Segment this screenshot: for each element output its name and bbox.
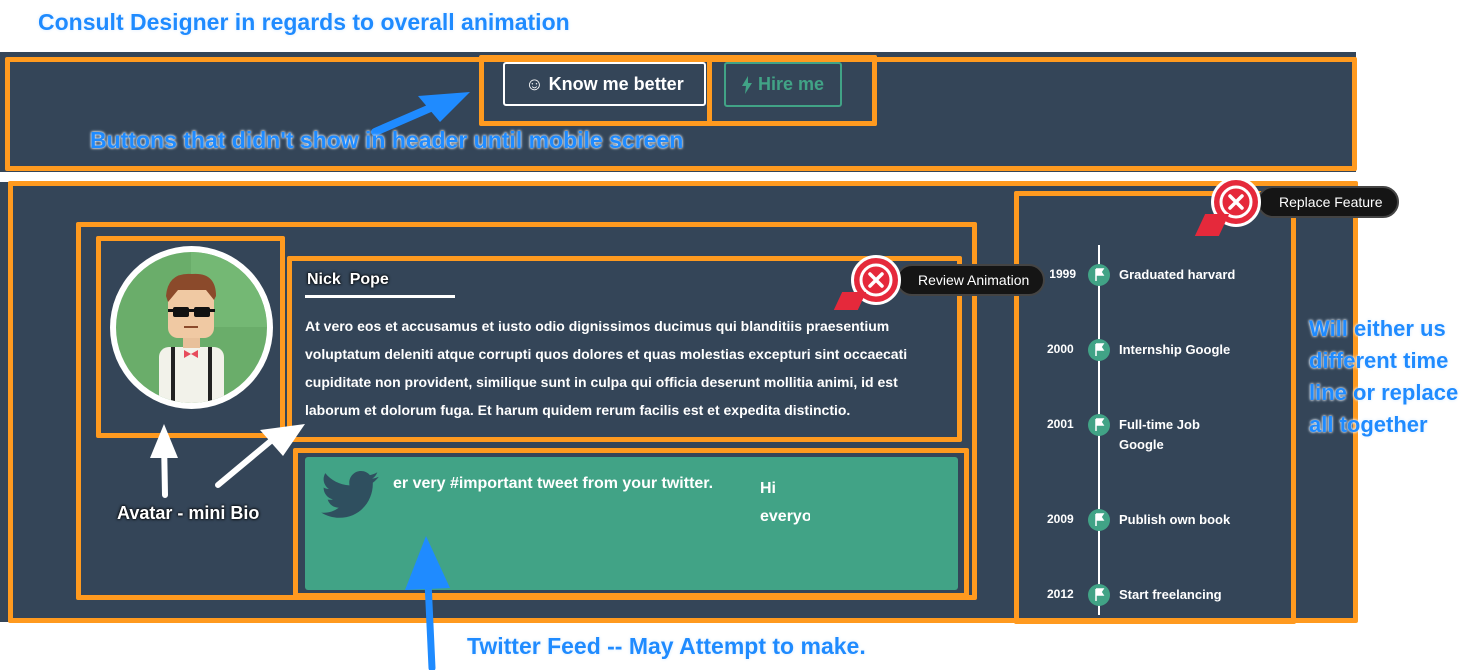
annotation-buttons-note: Buttons that didn't show in header until… (90, 127, 684, 153)
annotation-avatar-note: Avatar - mini Bio (117, 503, 260, 523)
annotation-arrows (150, 92, 470, 670)
annotation-twitter-note: Twitter Feed -- May Attempt to make. (467, 633, 866, 659)
annotation-timeline-note: Will either us different time line or re… (1309, 316, 1459, 437)
